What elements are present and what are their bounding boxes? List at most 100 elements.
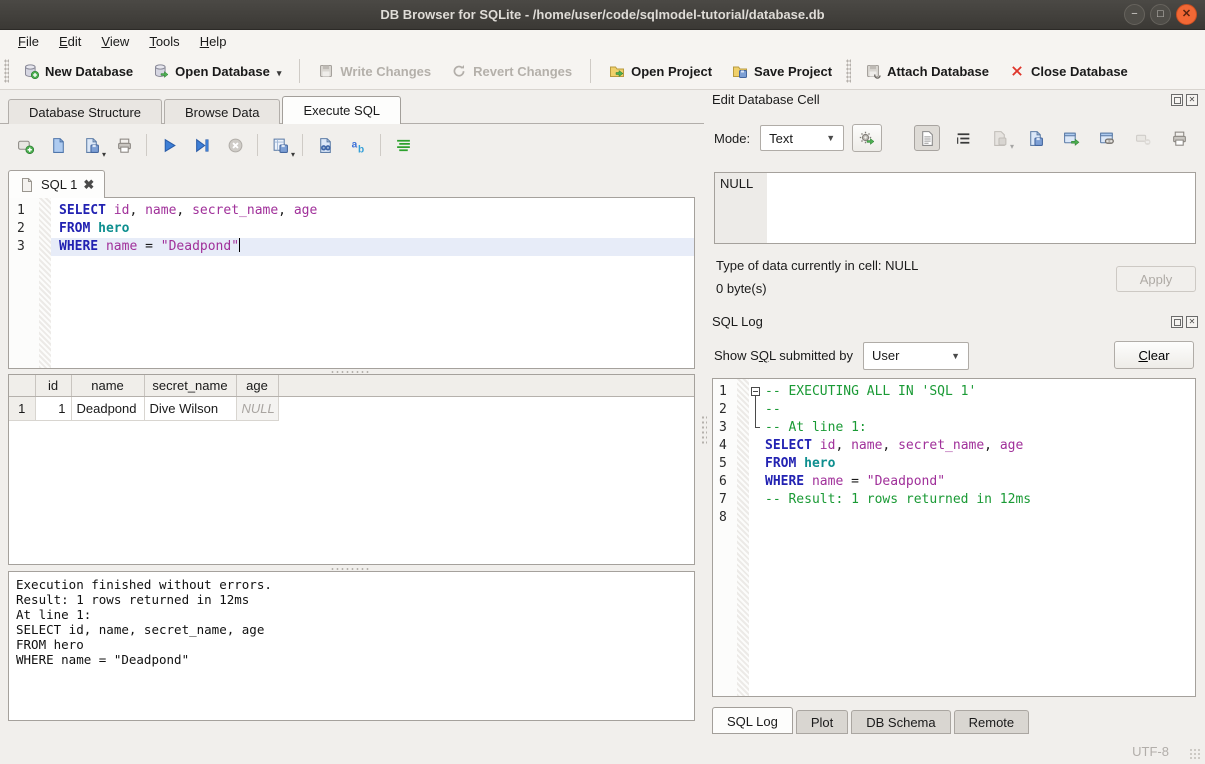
- dropdown-arrow-icon[interactable]: ▾: [291, 150, 295, 159]
- column-header-name[interactable]: name: [71, 375, 144, 396]
- sql-editor[interactable]: 123 SELECT id, name, secret_name, ageFRO…: [8, 197, 695, 369]
- mode-select[interactable]: Text ▼: [760, 125, 844, 151]
- save-cell-button: ▾: [986, 125, 1012, 151]
- column-header-age[interactable]: age: [236, 375, 278, 396]
- execute-line-button[interactable]: [189, 133, 215, 157]
- tab-browse-data[interactable]: Browse Data: [164, 99, 280, 124]
- tab-execute-sql[interactable]: Execute SQL: [282, 96, 401, 124]
- save-sql-button[interactable]: ▾: [78, 133, 104, 157]
- toolbar-separator: [257, 134, 258, 156]
- editor-line[interactable]: WHERE name = "Deadpond": [51, 238, 694, 256]
- minimize-button[interactable]: −: [1124, 4, 1145, 25]
- window-controls: −□✕: [1124, 4, 1197, 25]
- import-settings-button[interactable]: [852, 124, 882, 152]
- results-header-row: idnamesecret_nameage: [9, 375, 694, 396]
- chevron-down-icon: ▼: [951, 351, 960, 361]
- maximize-button[interactable]: □: [1150, 4, 1171, 25]
- toolbar-label: New Database: [45, 64, 133, 79]
- dropdown-arrow-icon[interactable]: ▾: [277, 68, 282, 79]
- dock-tab-plot[interactable]: Plot: [796, 710, 848, 734]
- tab-database-structure[interactable]: Database Structure: [8, 99, 162, 124]
- new-database-icon: [23, 63, 39, 79]
- execute-all-button[interactable]: [156, 133, 182, 157]
- dropdown-arrow-icon[interactable]: ▾: [102, 150, 106, 159]
- open-database-button[interactable]: Open Database▾: [143, 57, 291, 85]
- open-database-icon: [153, 63, 169, 79]
- sql-log-header: SQL Log ✕: [712, 314, 1198, 329]
- attach-database-button[interactable]: Attach Database: [855, 57, 999, 85]
- close-button[interactable]: ✕: [1176, 4, 1197, 25]
- open-sql-button[interactable]: [45, 133, 71, 157]
- log-filter-label: Show SQL submitted by: [714, 348, 853, 363]
- cell-value: NULL: [720, 176, 753, 191]
- status-bar: UTF-8: [0, 736, 1205, 764]
- cell-edit-area[interactable]: [767, 173, 1195, 243]
- float-panel-icon[interactable]: [1171, 316, 1183, 328]
- column-header-id[interactable]: id: [35, 375, 71, 396]
- encoding-indicator[interactable]: UTF-8: [1132, 744, 1169, 759]
- editor-line[interactable]: SELECT id, name, secret_name, age: [51, 202, 694, 220]
- editor-line[interactable]: FROM hero: [51, 220, 694, 238]
- row-number-header[interactable]: [9, 375, 35, 396]
- close-tab-icon[interactable]: ✖: [83, 177, 94, 193]
- print-cell-button[interactable]: [1166, 125, 1192, 151]
- export-cell-button[interactable]: [1058, 125, 1084, 151]
- table-cell[interactable]: Dive Wilson: [144, 396, 236, 420]
- editor-fold-margin: [39, 198, 51, 368]
- table-cell[interactable]: NULL: [236, 396, 278, 420]
- edit-cell-header: Edit Database Cell ✕: [712, 92, 1198, 107]
- new-tab-button[interactable]: [12, 133, 38, 157]
- format-button[interactable]: [390, 133, 416, 157]
- export-csv-button[interactable]: ▾: [267, 133, 293, 157]
- open-in-app-button[interactable]: [1094, 125, 1120, 151]
- resize-grip-icon[interactable]: [1189, 748, 1201, 760]
- execution-message-panel: Execution finished without errors.Result…: [8, 571, 695, 721]
- svg-text:b: b: [357, 144, 363, 154]
- print-button[interactable]: [111, 133, 137, 157]
- clear-log-button[interactable]: Clear: [1114, 341, 1194, 369]
- dock-tab-sql-log[interactable]: SQL Log: [712, 707, 793, 734]
- menu-help[interactable]: Help: [190, 32, 237, 51]
- import-cell-button[interactable]: [1022, 125, 1048, 151]
- log-line: FROM hero: [763, 455, 1195, 473]
- sql-tab[interactable]: SQL 1 ✖: [8, 170, 105, 198]
- menu-tools[interactable]: Tools: [139, 32, 189, 51]
- editor-code-area[interactable]: SELECT id, name, secret_name, ageFROM he…: [51, 198, 694, 368]
- new-database-button[interactable]: New Database: [13, 57, 143, 85]
- title-bar: DB Browser for SQLite - /home/user/code/…: [0, 0, 1205, 30]
- mode-value: Text: [769, 131, 793, 146]
- write-changes-button: Write Changes: [308, 57, 441, 85]
- word-wrap-button[interactable]: [950, 125, 976, 151]
- apply-button[interactable]: Apply: [1116, 266, 1196, 292]
- save-project-button[interactable]: Save Project: [722, 57, 842, 85]
- sql-editor-toolbar: ▾ ▾ ab: [12, 130, 423, 160]
- column-header-secret_name[interactable]: secret_name: [144, 375, 236, 396]
- dock-tab-db-schema[interactable]: DB Schema: [851, 710, 950, 734]
- menu-file[interactable]: File: [8, 32, 49, 51]
- dock-tab-remote[interactable]: Remote: [954, 710, 1030, 734]
- table-cell[interactable]: Deadpond: [71, 396, 144, 420]
- close-database-button[interactable]: Close Database: [999, 57, 1138, 85]
- open-project-button[interactable]: Open Project: [599, 57, 722, 85]
- close-panel-icon[interactable]: ✕: [1186, 94, 1198, 106]
- text-mode-button[interactable]: [914, 125, 940, 151]
- table-row[interactable]: 11DeadpondDive WilsonNULL: [9, 396, 694, 420]
- menu-bar: FileEditViewToolsHelp: [0, 30, 1205, 53]
- autocomplete-button[interactable]: ab: [345, 133, 371, 157]
- fold-collapse-icon[interactable]: [751, 387, 760, 396]
- cell-value-editor[interactable]: NULL: [714, 172, 1196, 244]
- table-cell[interactable]: 1: [35, 396, 71, 420]
- log-line: --: [763, 401, 1195, 419]
- menu-view[interactable]: View: [91, 32, 139, 51]
- row-number[interactable]: 1: [9, 396, 35, 420]
- close-panel-icon[interactable]: ✕: [1186, 316, 1198, 328]
- log-fold-markers[interactable]: [749, 379, 763, 696]
- vertical-splitter[interactable]: [701, 415, 707, 445]
- find-button[interactable]: [312, 133, 338, 157]
- toolbar-label: Revert Changes: [473, 64, 572, 79]
- log-filter-select[interactable]: User ▼: [863, 342, 969, 370]
- mode-label: Mode:: [714, 131, 750, 146]
- log-filter-value: User: [872, 348, 899, 363]
- float-panel-icon[interactable]: [1171, 94, 1183, 106]
- menu-edit[interactable]: Edit: [49, 32, 91, 51]
